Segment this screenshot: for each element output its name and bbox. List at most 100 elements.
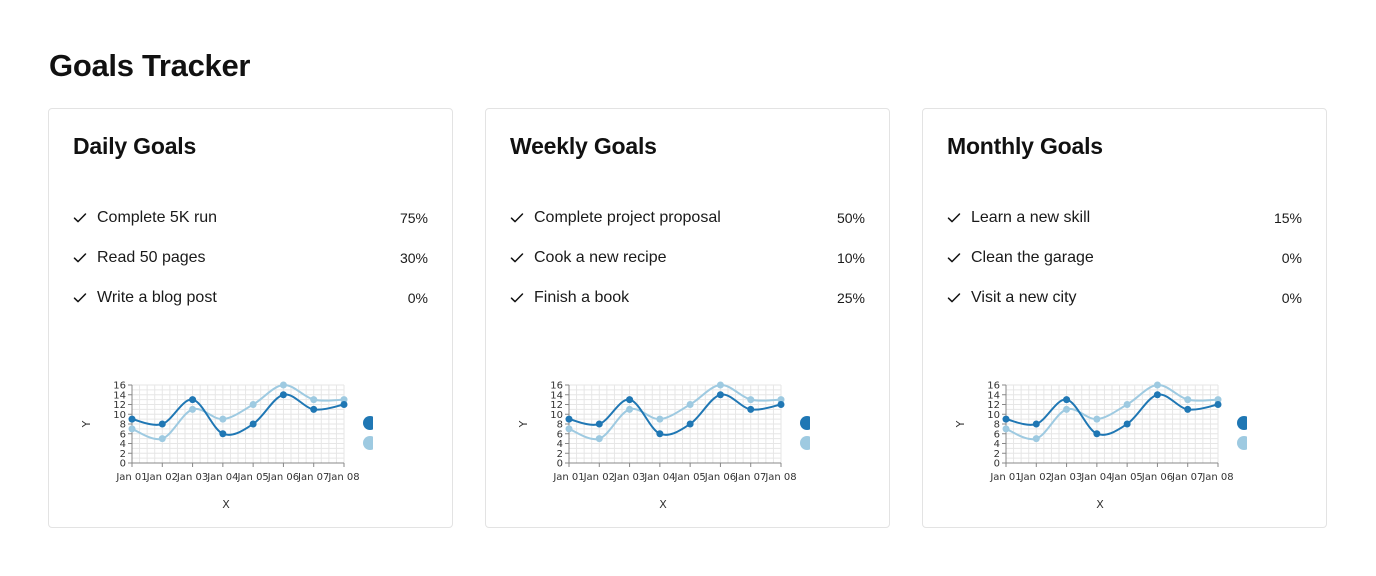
data-point-b <box>565 425 573 433</box>
goal-item[interactable]: Learn a new skill 15% <box>947 203 1302 243</box>
goal-percent: 10% <box>836 250 865 266</box>
y-axis-title: Y <box>80 420 93 428</box>
x-tick-label: Jan 05 <box>1110 472 1142 483</box>
y-tick-label: 8 <box>120 420 126 431</box>
page-title: Goals Tracker <box>49 48 251 83</box>
legend-swatch <box>800 416 810 430</box>
x-tick-label: Jan 08 <box>1201 472 1233 483</box>
goals-page: Goals Tracker Daily Goals Complete 5K ru… <box>0 0 1376 576</box>
y-tick-label: 12 <box>987 400 1000 411</box>
y-tick-label: 14 <box>987 390 1000 401</box>
goal-list: Complete project proposal 50% Cook a new… <box>510 203 865 323</box>
check-icon <box>73 243 89 273</box>
goal-item[interactable]: Visit a new city 0% <box>947 283 1302 323</box>
y-tick-label: 10 <box>550 410 563 421</box>
goal-item[interactable]: Complete 5K run 75% <box>73 203 428 243</box>
data-point-b <box>189 405 197 413</box>
data-point-a <box>1063 396 1071 404</box>
data-point-a <box>310 405 318 413</box>
data-point-b <box>219 415 227 423</box>
x-tick-label: Jan 05 <box>236 472 268 483</box>
y-tick-label: 2 <box>557 449 563 460</box>
data-point-b <box>1093 415 1101 423</box>
goal-cards: Daily Goals Complete 5K run 75% Read 50 … <box>48 108 1327 528</box>
goal-label: Clean the garage <box>971 249 1094 266</box>
y-tick-label: 2 <box>994 449 1000 460</box>
card-title: Daily Goals <box>73 133 197 159</box>
legend-swatch <box>363 416 373 430</box>
check-icon <box>510 243 526 273</box>
goal-item[interactable]: Cook a new recipe 10% <box>510 243 865 283</box>
goal-label: Cook a new recipe <box>534 249 667 266</box>
data-point-b <box>158 435 166 443</box>
y-axis-title: Y <box>517 420 530 428</box>
data-point-b <box>595 435 603 443</box>
data-point-b <box>1032 435 1040 443</box>
check-icon <box>947 243 963 273</box>
data-point-a <box>1184 405 1192 413</box>
data-point-b <box>128 425 136 433</box>
y-tick-label: 16 <box>987 381 1000 392</box>
x-tick-label: Jan 04 <box>1080 472 1112 483</box>
data-point-b <box>686 401 694 408</box>
chart-legend: AB <box>1237 416 1247 450</box>
x-tick-label: Jan 07 <box>734 472 766 483</box>
goal-card-daily: Daily Goals Complete 5K run 75% Read 50 … <box>48 108 453 528</box>
data-point-b <box>1063 405 1071 413</box>
x-tick-label: Jan 06 <box>267 472 299 483</box>
data-point-b <box>747 396 755 404</box>
data-point-a <box>686 420 694 428</box>
goal-item[interactable]: Finish a book 25% <box>510 283 865 323</box>
data-point-a <box>1214 401 1222 408</box>
goal-percent: 25% <box>836 290 865 306</box>
x-tick-label: Jan 04 <box>206 472 238 483</box>
data-point-a <box>128 415 136 423</box>
legend-swatch <box>800 436 810 450</box>
y-tick-label: 8 <box>994 420 1000 431</box>
data-point-b <box>310 396 318 404</box>
y-tick-label: 4 <box>557 439 563 450</box>
goal-percent: 50% <box>836 210 865 226</box>
x-tick-label: Jan 06 <box>704 472 736 483</box>
data-point-a <box>340 401 348 408</box>
y-tick-label: 16 <box>113 381 126 392</box>
x-tick-label: Jan 01 <box>989 472 1021 483</box>
card-title: Monthly Goals <box>947 133 1103 159</box>
data-point-a <box>656 430 664 438</box>
data-point-b <box>279 381 287 389</box>
y-tick-label: 12 <box>113 400 126 411</box>
y-tick-label: 6 <box>557 429 563 440</box>
y-tick-label: 14 <box>550 390 563 401</box>
y-tick-label: 12 <box>550 400 563 411</box>
data-point-b <box>1123 401 1131 408</box>
x-axis-title: X <box>1096 498 1104 511</box>
x-tick-label: Jan 01 <box>552 472 584 483</box>
goal-percent: 0% <box>1281 250 1302 266</box>
x-axis-title: X <box>659 498 667 511</box>
data-point-b <box>1184 396 1192 404</box>
goal-item[interactable]: Write a blog post 0% <box>73 283 428 323</box>
check-icon <box>510 203 526 233</box>
x-tick-label: Jan 02 <box>146 472 178 483</box>
goal-item[interactable]: Complete project proposal 50% <box>510 203 865 243</box>
data-point-b <box>626 405 634 413</box>
y-tick-label: 6 <box>120 429 126 440</box>
check-icon <box>510 283 526 313</box>
data-point-b <box>1002 425 1010 433</box>
data-point-a <box>1002 415 1010 423</box>
goal-card-monthly: Monthly Goals Learn a new skill 15% Clea… <box>922 108 1327 528</box>
y-tick-label: 4 <box>120 439 126 450</box>
data-point-a <box>279 391 287 399</box>
y-tick-label: 2 <box>120 449 126 460</box>
goal-percent: 0% <box>407 290 428 306</box>
goal-item[interactable]: Clean the garage 0% <box>947 243 1302 283</box>
x-tick-label: Jan 06 <box>1141 472 1173 483</box>
goal-item[interactable]: Read 50 pages 30% <box>73 243 428 283</box>
chart-legend: AB <box>363 416 373 450</box>
x-axis-title: X <box>222 498 230 511</box>
check-icon <box>73 203 89 233</box>
goal-label: Read 50 pages <box>97 249 206 266</box>
card-title: Weekly Goals <box>510 133 657 159</box>
x-tick-label: Jan 02 <box>583 472 615 483</box>
legend-swatch <box>1237 436 1247 450</box>
